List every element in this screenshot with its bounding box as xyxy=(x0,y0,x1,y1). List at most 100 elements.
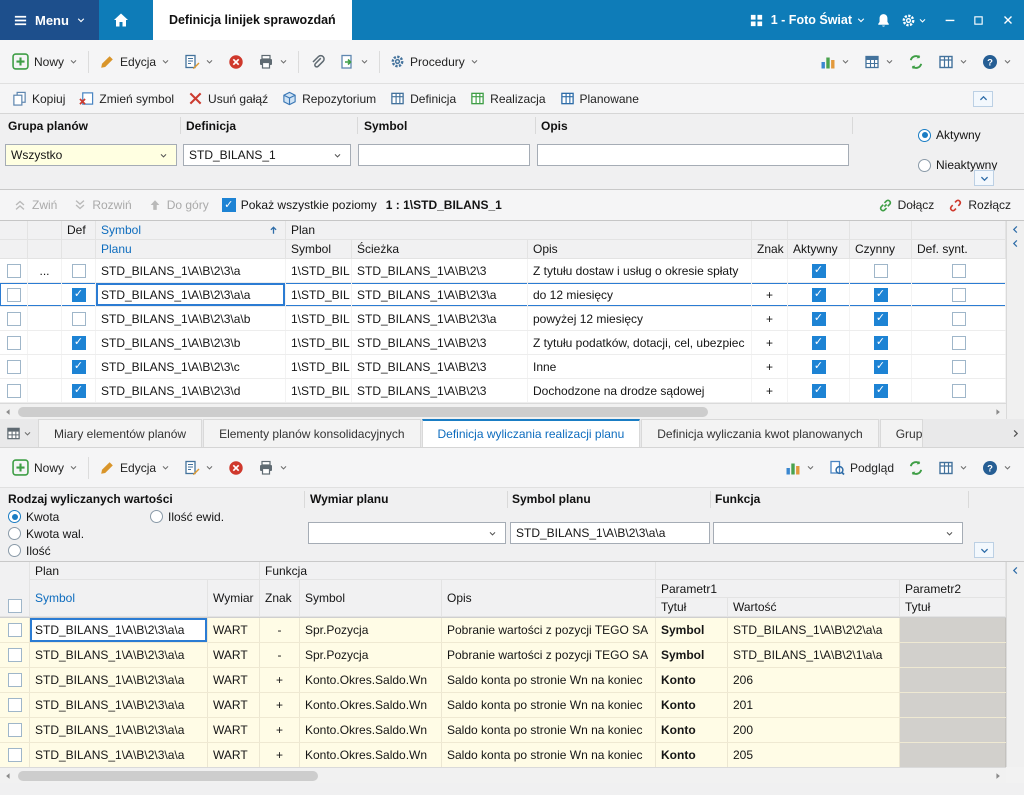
param2-tytul-cell[interactable] xyxy=(900,718,1006,742)
row-select-cell[interactable] xyxy=(0,283,28,306)
row-select-checkbox[interactable] xyxy=(7,336,21,350)
tab-miary-element-w-plan-w[interactable]: Miary elementów planów xyxy=(38,419,202,447)
opis-cell[interactable]: Dochodzone na drodze sądowej xyxy=(528,379,752,402)
czynny-cell[interactable] xyxy=(850,331,912,354)
aktywny-cell[interactable] xyxy=(788,307,850,330)
param1-tytul-cell[interactable]: Konto xyxy=(656,718,728,742)
delete-branch-button[interactable]: Usuń gałąź xyxy=(181,85,275,113)
table-row[interactable]: STD_BILANS_1\A\B\2\3\a\b1\STD_BILSTD_BIL… xyxy=(0,307,1006,331)
go-up-button[interactable]: Do góry xyxy=(141,191,216,219)
symbol-planu-cell[interactable]: STD_BILANS_1\A\B\2\3\a xyxy=(96,259,286,282)
wymiar-cell[interactable]: WART xyxy=(208,743,260,767)
grid-settings-button[interactable] xyxy=(931,48,975,76)
print-button[interactable] xyxy=(251,48,295,76)
document-tab[interactable]: Definicja linijek sprawozdań xyxy=(153,0,352,40)
radio-ilo[interactable]: Ilość xyxy=(8,544,150,558)
row-select-checkbox[interactable] xyxy=(8,623,22,637)
plan-symbol-cell[interactable]: STD_BILANS_1\A\B\2\3\a\a xyxy=(30,718,208,742)
param1-wartosc-cell[interactable]: 201 xyxy=(728,693,900,717)
def-checkbox[interactable] xyxy=(72,264,86,278)
row-select-checkbox[interactable] xyxy=(8,723,22,737)
tabs-scroll-right-button[interactable] xyxy=(1006,419,1024,447)
funkcja-combo[interactable] xyxy=(713,522,963,544)
funkcja-cell[interactable]: Konto.Okres.Saldo.Wn xyxy=(300,693,442,717)
wymiar-cell[interactable]: WART xyxy=(208,643,260,667)
plan-symbol-cell[interactable]: STD_BILANS_1\A\B\2\3\a\a xyxy=(30,693,208,717)
def-synt-cell[interactable] xyxy=(912,379,1006,402)
row-select-checkbox[interactable] xyxy=(7,312,21,326)
minimize-button[interactable] xyxy=(935,0,964,40)
plan-symbol-cell[interactable]: 1\STD_BIL xyxy=(286,259,352,282)
symbol-planu-input[interactable]: STD_BILANS_1\A\B\2\3\a\a xyxy=(510,522,710,544)
plan-symbol-cell[interactable]: STD_BILANS_1\A\B\2\3\a\a xyxy=(30,643,208,667)
sciezka-cell[interactable]: STD_BILANS_1\A\B\2\3 xyxy=(352,379,528,402)
open-document-button[interactable] xyxy=(177,454,221,482)
znak-cell[interactable]: + xyxy=(752,307,788,330)
def-checkbox[interactable] xyxy=(72,312,86,326)
tab-grup[interactable]: Grup xyxy=(880,419,924,447)
czynny-checkbox[interactable] xyxy=(874,288,888,302)
symbol-planu-cell[interactable]: STD_BILANS_1\A\B\2\3\b xyxy=(96,331,286,354)
aktywny-cell[interactable] xyxy=(788,331,850,354)
scrollbar-thumb[interactable] xyxy=(18,771,318,781)
table-row[interactable]: STD_BILANS_1\A\B\2\3\c1\STD_BILSTD_BILAN… xyxy=(0,355,1006,379)
help-button[interactable] xyxy=(975,48,1019,76)
aktywny-checkbox[interactable] xyxy=(812,360,826,374)
param1-wartosc-cell[interactable]: 200 xyxy=(728,718,900,742)
aktywny-cell[interactable] xyxy=(788,283,850,306)
opis-cell[interactable]: Inne xyxy=(528,355,752,378)
param2-tytul-cell[interactable] xyxy=(900,693,1006,717)
czynny-cell[interactable] xyxy=(850,307,912,330)
czynny-checkbox[interactable] xyxy=(874,384,888,398)
tab-elementy-plan-w-konsolidacyjnych[interactable]: Elementy planów konsolidacyjnych xyxy=(203,419,420,447)
def-synt-checkbox[interactable] xyxy=(952,288,966,302)
funkcja-cell[interactable]: Spr.Pozycja xyxy=(300,643,442,667)
scroll-right-button[interactable] xyxy=(990,768,1006,784)
scroll-right-button[interactable] xyxy=(990,404,1006,420)
chevron-down-icon[interactable] xyxy=(856,15,866,25)
col-param1-tytul[interactable]: Tytuł xyxy=(656,598,728,617)
znak-cell[interactable]: - xyxy=(260,618,300,642)
sciezka-cell[interactable]: STD_BILANS_1\A\B\2\3 xyxy=(352,355,528,378)
def-synt-cell[interactable] xyxy=(912,259,1006,282)
delete-button[interactable] xyxy=(221,48,251,76)
row-select-cell[interactable] xyxy=(0,743,30,767)
czynny-cell[interactable] xyxy=(850,259,912,282)
opis-cell[interactable]: Saldo konta po stronie Wn na koniec xyxy=(442,668,656,692)
table-row[interactable]: STD_BILANS_1\A\B\2\3\a\a1\STD_BILSTD_BIL… xyxy=(0,283,1006,307)
grupa-planow-combo[interactable]: Wszystko xyxy=(5,144,177,166)
collapse-filter-button[interactable] xyxy=(974,170,994,186)
funkcja-cell[interactable]: Konto.Okres.Saldo.Wn xyxy=(300,718,442,742)
chevron-left-icon[interactable] xyxy=(1010,238,1021,249)
row-select-cell[interactable] xyxy=(0,643,30,667)
col-opis[interactable]: Opis xyxy=(528,240,752,259)
help-button[interactable] xyxy=(975,454,1019,482)
row-select-cell[interactable] xyxy=(0,259,28,282)
param1-wartosc-cell[interactable]: 206 xyxy=(728,668,900,692)
symbol-planu-cell[interactable]: STD_BILANS_1\A\B\2\3\a\b xyxy=(96,307,286,330)
col-wymiar[interactable]: Wymiar xyxy=(208,580,260,617)
aktywny-cell[interactable] xyxy=(788,379,850,402)
aktywny-checkbox[interactable] xyxy=(812,264,826,278)
opis-cell[interactable]: do 12 miesięcy xyxy=(528,283,752,306)
table-row[interactable]: STD_BILANS_1\A\B\2\3\b1\STD_BILSTD_BILAN… xyxy=(0,331,1006,355)
czynny-checkbox[interactable] xyxy=(874,312,888,326)
collapse-filter-button[interactable] xyxy=(974,542,994,558)
table-row[interactable]: STD_BILANS_1\A\B\2\3\a\aWART+Konto.Okres… xyxy=(0,693,1006,718)
znak-cell[interactable]: + xyxy=(752,331,788,354)
sciezka-cell[interactable]: STD_BILANS_1\A\B\2\3\a xyxy=(352,307,528,330)
param2-tytul-cell[interactable] xyxy=(900,668,1006,692)
plan-symbol-cell[interactable]: 1\STD_BIL xyxy=(286,355,352,378)
aktywny-cell[interactable] xyxy=(788,355,850,378)
preview-button[interactable]: Podgląd xyxy=(822,454,901,482)
row-select-cell[interactable] xyxy=(0,618,30,642)
znak-cell[interactable] xyxy=(752,259,788,282)
definicja-combo[interactable]: STD_BILANS_1 xyxy=(183,144,351,166)
scroll-left-button[interactable] xyxy=(0,404,16,420)
export-button[interactable] xyxy=(332,48,376,76)
repository-button[interactable]: Repozytorium xyxy=(275,85,383,113)
param1-wartosc-cell[interactable]: 205 xyxy=(728,743,900,767)
bell-icon[interactable] xyxy=(876,13,891,28)
def-synt-cell[interactable] xyxy=(912,307,1006,330)
def-synt-checkbox[interactable] xyxy=(952,336,966,350)
